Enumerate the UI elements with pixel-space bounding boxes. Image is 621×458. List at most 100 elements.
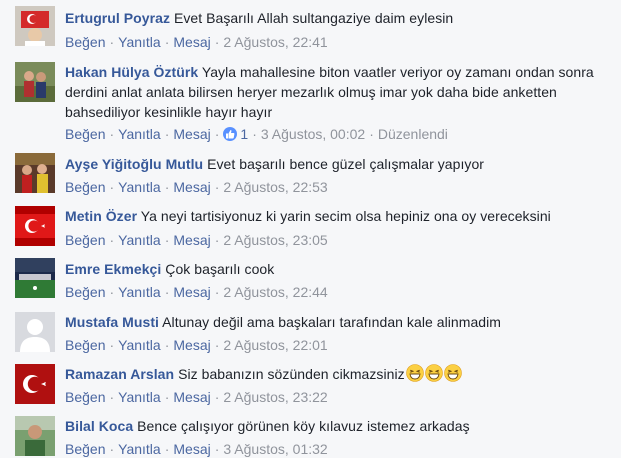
separator: · — [214, 389, 220, 405]
reply-link[interactable]: Yanıtla — [118, 441, 161, 457]
separator: · — [164, 389, 170, 405]
like-link[interactable]: Beğen — [65, 337, 105, 353]
comment-author[interactable]: Ramazan Arslan — [65, 366, 174, 382]
comment-author[interactable]: Ayşe Yiğitoğlu Mutlu — [65, 156, 203, 172]
separator: · — [164, 232, 170, 248]
separator: · — [109, 284, 115, 300]
avatar[interactable] — [15, 62, 55, 102]
separator: · — [214, 232, 220, 248]
comment-body: Hakan Hülya Öztürk Yayla mahallesine bit… — [65, 62, 607, 122]
like-link[interactable]: Beğen — [65, 179, 105, 195]
comment-body: Mustafa Musti Altunay değil ama başkalar… — [65, 312, 607, 332]
like-link[interactable]: Beğen — [65, 232, 105, 248]
comment-text: Ya neyi tartisiyonuz ki yarin secim olsa… — [140, 208, 551, 224]
reply-link[interactable]: Yanıtla — [118, 284, 161, 300]
separator: · — [109, 389, 115, 405]
message-link[interactable]: Mesaj — [173, 126, 210, 142]
separator: · — [164, 126, 170, 142]
separator: · — [109, 126, 115, 142]
avatar[interactable] — [15, 153, 55, 193]
reply-link[interactable]: Yanıtla — [118, 232, 161, 248]
comment-actions: Beğen · Yanıtla · Mesaj · 2 Ağustos, 22:44 — [65, 283, 328, 301]
avatar[interactable] — [15, 258, 55, 298]
reply-link[interactable]: Yanıtla — [118, 126, 161, 142]
comment-timestamp[interactable]: 2 Ağustos, 22:53 — [223, 179, 327, 195]
message-link[interactable]: Mesaj — [173, 337, 210, 353]
comment-body: Ramazan Arslan Siz babanızın sözünden ci… — [65, 364, 607, 384]
comment-list: Ertugrul Poyraz Evet Başarılı Allah sult… — [0, 0, 621, 458]
comment-actions: Beğen · Yanıtla · Mesaj · 2 Ağustos, 23:22 — [65, 388, 328, 406]
message-link[interactable]: Mesaj — [173, 179, 210, 195]
separator: · — [214, 441, 220, 457]
separator: · — [369, 126, 374, 142]
comment-text: Evet başarılı bence güzel çalışmalar yap… — [207, 156, 484, 172]
comment-author[interactable]: Ertugrul Poyraz — [65, 10, 170, 26]
like-thumb-icon[interactable] — [223, 127, 238, 141]
comment-author[interactable]: Bilal Koca — [65, 418, 133, 434]
message-link[interactable]: Mesaj — [173, 284, 210, 300]
comment-timestamp[interactable]: 3 Ağustos, 01:32 — [223, 441, 327, 457]
comment-actions: Beğen · Yanıtla · Mesaj · 2 Ağustos, 22:01 — [65, 336, 328, 354]
comment-actions: Beğen · Yanıtla · Mesaj · 3 Ağustos, 01:32 — [65, 440, 328, 458]
comment-timestamp[interactable]: 3 Ağustos, 00:02 — [261, 126, 365, 142]
comment-actions: Beğen · Yanıtla · Mesaj · 2 Ağustos, 22:41 — [65, 33, 328, 51]
comment-timestamp[interactable]: 2 Ağustos, 22:41 — [223, 34, 327, 50]
comment-author[interactable]: Emre Ekmekçi — [65, 261, 161, 277]
like-count[interactable]: 1 — [237, 126, 248, 142]
separator: · — [164, 284, 170, 300]
grinning-squinting-face-icon — [424, 364, 443, 382]
comment-author[interactable]: Hakan Hülya Öztürk — [65, 64, 198, 80]
separator: · — [109, 232, 115, 248]
comment-author[interactable]: Mustafa Musti — [65, 314, 159, 330]
comment-timestamp[interactable]: 2 Ağustos, 23:05 — [223, 232, 327, 248]
grinning-squinting-face-icon — [443, 364, 462, 382]
separator: · — [214, 284, 220, 300]
comment-actions: Beğen · Yanıtla · Mesaj · 2 Ağustos, 22:53 — [65, 178, 328, 196]
separator: · — [109, 337, 115, 353]
message-link[interactable]: Mesaj — [173, 232, 210, 248]
comment-text: Çok başarılı cook — [165, 261, 275, 277]
comment-body: Metin Özer Ya neyi tartisiyonuz ki yarin… — [65, 206, 607, 226]
reply-link[interactable]: Yanıtla — [118, 34, 161, 50]
comment-timestamp[interactable]: 2 Ağustos, 22:01 — [223, 337, 327, 353]
comment-text: Altunay değil ama başkaları tarafından k… — [162, 314, 502, 330]
separator: · — [214, 126, 220, 142]
comment-text: Siz babanızın sözünden cikmazsiniz — [178, 366, 405, 382]
comment-timestamp[interactable]: 2 Ağustos, 22:44 — [223, 284, 327, 300]
separator: · — [164, 34, 170, 50]
comment-text: Bence çalışıyor görünen köy kılavuz iste… — [137, 418, 470, 434]
like-link[interactable]: Beğen — [65, 441, 105, 457]
comment-body: Ertugrul Poyraz Evet Başarılı Allah sult… — [65, 8, 607, 28]
avatar[interactable] — [15, 364, 55, 404]
message-link[interactable]: Mesaj — [173, 441, 210, 457]
separator: · — [214, 337, 220, 353]
message-link[interactable]: Mesaj — [173, 34, 210, 50]
avatar[interactable] — [15, 416, 55, 456]
reply-link[interactable]: Yanıtla — [118, 179, 161, 195]
reply-link[interactable]: Yanıtla — [118, 337, 161, 353]
separator: · — [164, 337, 170, 353]
comment-timestamp[interactable]: 2 Ağustos, 23:22 — [223, 389, 327, 405]
like-link[interactable]: Beğen — [65, 126, 105, 142]
separator: · — [164, 441, 170, 457]
comment-body: Bilal Koca Bence çalışıyor görünen köy k… — [65, 416, 607, 436]
separator: · — [109, 34, 115, 50]
edited-label[interactable]: Düzenlendi — [378, 126, 448, 142]
like-link[interactable]: Beğen — [65, 34, 105, 50]
reply-link[interactable]: Yanıtla — [118, 389, 161, 405]
like-link[interactable]: Beğen — [65, 284, 105, 300]
like-link[interactable]: Beğen — [65, 389, 105, 405]
grinning-squinting-face-icon — [405, 364, 424, 382]
separator: · — [252, 126, 257, 142]
comment-body: Ayşe Yiğitoğlu Mutlu Evet başarılı bence… — [65, 154, 607, 174]
separator: · — [164, 179, 170, 195]
comment-actions: Beğen · Yanıtla · Mesaj · 2 Ağustos, 23:05 — [65, 231, 328, 249]
message-link[interactable]: Mesaj — [173, 389, 210, 405]
comment-author[interactable]: Metin Özer — [65, 208, 137, 224]
avatar[interactable] — [15, 206, 55, 246]
comment-text: Evet Başarılı Allah sultangaziye daim ey… — [173, 10, 454, 26]
comment-actions: Beğen · Yanıtla · Mesaj · 1 · 3 Ağustos, 00:02 · D… — [65, 125, 448, 143]
comment-body: Emre Ekmekçi Çok başarılı cook — [65, 259, 607, 279]
avatar[interactable] — [15, 312, 55, 352]
avatar[interactable] — [15, 6, 55, 46]
